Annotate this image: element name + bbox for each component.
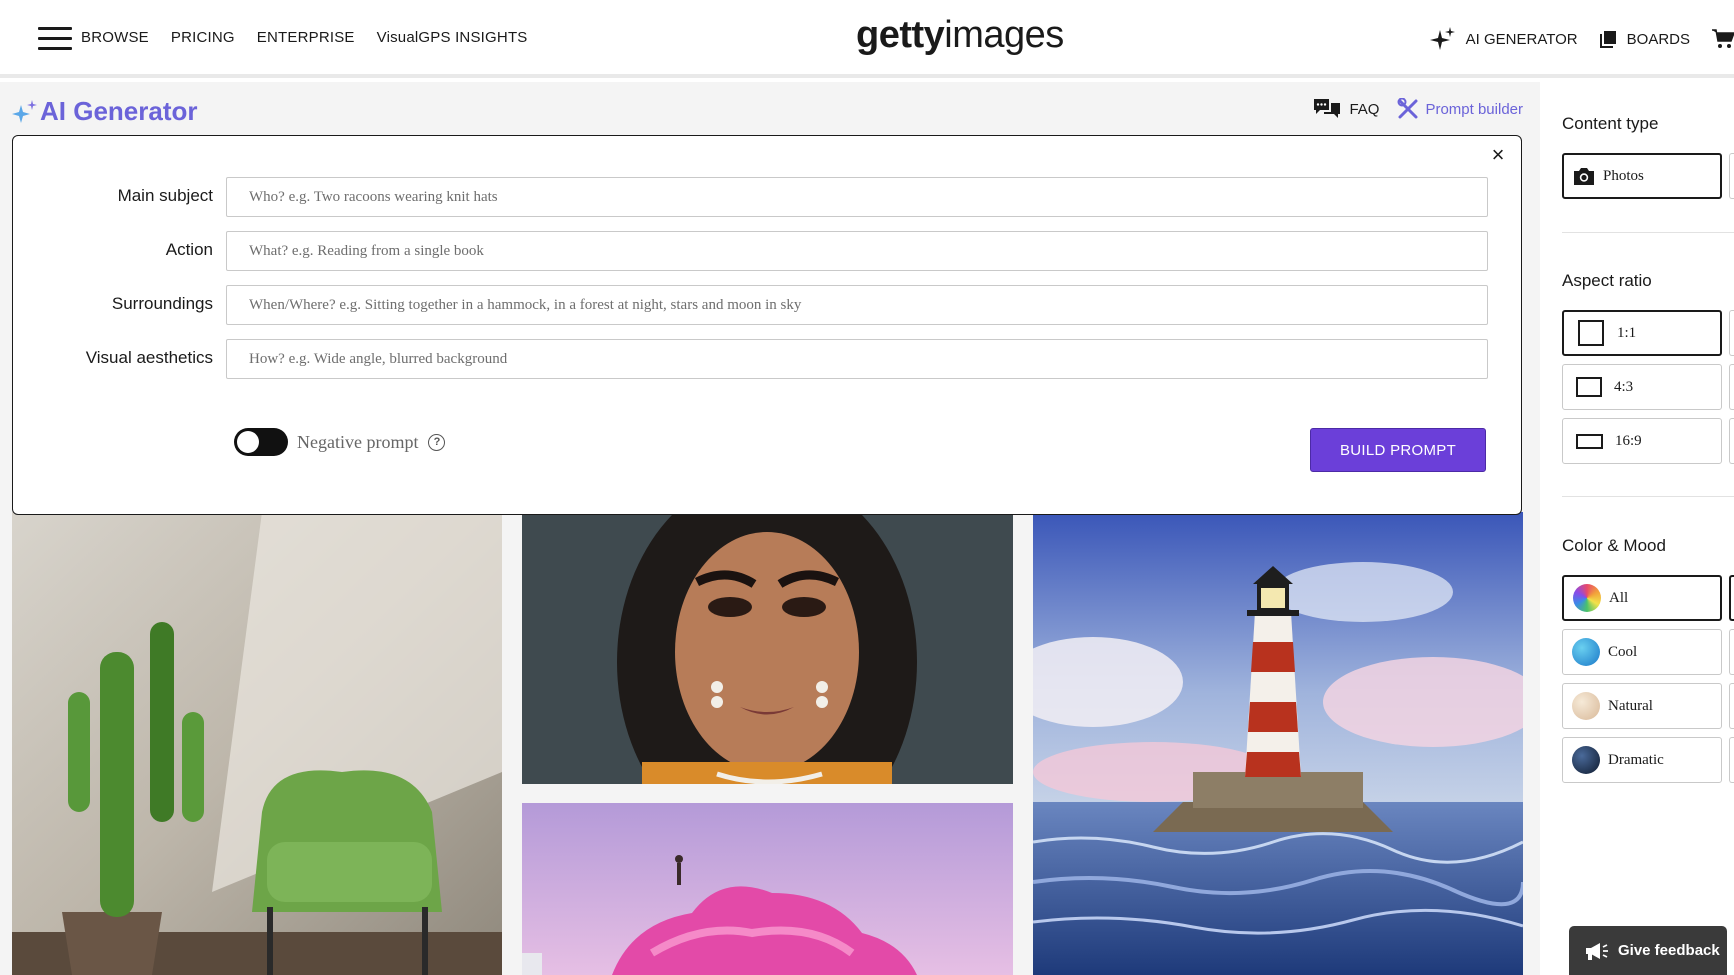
cart-button[interactable] [1712, 29, 1734, 49]
mood-natural-swatch [1572, 692, 1600, 720]
mood-all-label: All [1609, 589, 1629, 606]
gallery-image-portrait[interactable] [522, 512, 1013, 784]
mood-next-option-1[interactable] [1729, 575, 1734, 621]
ratio-1-1-label: 1:1 [1617, 324, 1637, 341]
close-icon[interactable]: × [1487, 144, 1509, 166]
mood-all-swatch [1573, 584, 1601, 612]
nav-browse[interactable]: BROWSE [81, 29, 149, 46]
mood-next-option-3[interactable] [1729, 683, 1734, 729]
aspect-ratio-title: Aspect ratio [1562, 271, 1652, 290]
aspect-ratio-next-option-1[interactable] [1729, 310, 1734, 356]
mood-dramatic-label: Dramatic [1608, 751, 1664, 768]
tools-icon [1397, 98, 1418, 119]
rect-16-9-icon [1576, 433, 1603, 449]
mood-next-option-4[interactable] [1729, 737, 1734, 783]
tool-row: FAQ Prompt builder [1313, 98, 1523, 120]
nav-visualgps-insights[interactable]: VisualGPS INSIGHTS [377, 29, 528, 46]
surroundings-input[interactable] [226, 285, 1488, 325]
sparkle-icon [1429, 27, 1455, 50]
ratio-4-3-label: 4:3 [1614, 378, 1634, 395]
logo-bold-text: getty [856, 14, 945, 56]
main-subject-row: Main subject [13, 177, 1523, 219]
negative-prompt-row: Negative prompt ? [234, 428, 446, 456]
negative-prompt-toggle[interactable] [234, 428, 288, 456]
lighthouse-illustration [1033, 512, 1523, 975]
chat-bubbles-icon [1314, 99, 1341, 118]
boards-label: BOARDS [1626, 30, 1690, 48]
mood-dramatic-swatch [1572, 746, 1600, 774]
cart-icon [1712, 29, 1734, 48]
surroundings-row: Surroundings [13, 285, 1523, 327]
nav-pricing[interactable]: PRICING [171, 29, 235, 46]
main-content: AI Generator FAQ Prompt builder × Main s… [0, 82, 1540, 975]
action-row: Action [13, 231, 1523, 273]
ai-generator-label: AI GENERATOR [1465, 30, 1578, 48]
page-title: AI Generator [12, 96, 198, 127]
logo-light-text: images [944, 14, 1064, 56]
prompt-builder-panel: × Main subject Action Surroundings Visua… [12, 135, 1522, 515]
mood-next-option-2[interactable] [1729, 629, 1734, 675]
prompt-builder-toggle[interactable]: Prompt builder [1397, 98, 1523, 120]
rect-4-3-icon [1576, 377, 1602, 397]
aspect-ratio-16-9[interactable]: 16:9 [1562, 418, 1722, 464]
mood-all[interactable]: All [1562, 575, 1722, 621]
prompt-builder-label: Prompt builder [1425, 100, 1523, 118]
mood-natural[interactable]: Natural [1562, 683, 1722, 729]
aspect-ratio-next-option-2[interactable] [1729, 364, 1734, 410]
visual-aesthetics-input[interactable] [226, 339, 1488, 379]
cactus-chair-illustration [12, 512, 502, 975]
sidebar-divider [1562, 232, 1734, 233]
aspect-ratio-next-option-3[interactable] [1729, 418, 1734, 464]
color-mood-title: Color & Mood [1562, 536, 1666, 555]
nav-right: AI GENERATOR BOARDS [1429, 26, 1734, 52]
filters-sidebar: Content type Photos Aspect ratio 1:1 4:3… [1540, 82, 1734, 975]
main-subject-label: Main subject [117, 186, 213, 205]
sidebar-divider [1562, 496, 1734, 497]
help-icon[interactable]: ? [428, 433, 446, 451]
ratio-16-9-label: 16:9 [1615, 432, 1642, 449]
give-feedback-button[interactable]: Give feedback [1569, 926, 1727, 975]
menu-icon[interactable] [38, 25, 72, 51]
toggle-knob [237, 431, 259, 453]
faq-label: FAQ [1349, 100, 1380, 118]
photos-label: Photos [1603, 167, 1644, 184]
visual-aesthetics-row: Visual aesthetics [13, 339, 1523, 381]
square-ratio-icon [1578, 320, 1604, 346]
sparkle-icon [12, 99, 37, 123]
content-type-photos[interactable]: Photos [1562, 153, 1722, 199]
give-feedback-label: Give feedback [1618, 942, 1720, 959]
surroundings-label: Surroundings [111, 294, 213, 313]
mood-natural-label: Natural [1608, 697, 1653, 714]
mood-dramatic[interactable]: Dramatic [1562, 737, 1722, 783]
megaphone-icon [1586, 942, 1608, 960]
action-input[interactable] [226, 231, 1488, 271]
action-label: Action [165, 240, 213, 259]
nav-links: BROWSE PRICING ENTERPRISE VisualGPS INSI… [81, 29, 550, 46]
nav-ai-generator[interactable]: AI GENERATOR [1429, 26, 1578, 52]
gallery-image-lighthouse[interactable] [1033, 512, 1523, 975]
mood-cool-label: Cool [1608, 643, 1638, 660]
aspect-ratio-1-1[interactable]: 1:1 [1562, 310, 1722, 356]
main-subject-input[interactable] [226, 177, 1488, 217]
gallery-image-cactus-chair[interactable] [12, 512, 502, 975]
visual-aesthetics-label: Visual aesthetics [85, 348, 213, 367]
mood-cool[interactable]: Cool [1562, 629, 1722, 675]
nav-boards[interactable]: BOARDS [1599, 30, 1690, 48]
mood-cool-swatch [1572, 638, 1600, 666]
content-type-next-option[interactable] [1729, 153, 1734, 199]
negative-prompt-label: Negative prompt [297, 431, 419, 452]
top-navigation: BROWSE PRICING ENTERPRISE VisualGPS INSI… [0, 0, 1734, 78]
gettyimages-logo[interactable]: gettyimages [856, 14, 1064, 57]
boards-icon [1599, 31, 1616, 48]
faq-link[interactable]: FAQ [1313, 98, 1379, 120]
pink-landscape-illustration [522, 803, 1013, 975]
camera-icon [1574, 168, 1594, 185]
nav-enterprise[interactable]: ENTERPRISE [257, 29, 355, 46]
gallery-image-pink-landscape[interactable] [522, 803, 1013, 975]
page-title-text: AI Generator [40, 96, 198, 126]
aspect-ratio-4-3[interactable]: 4:3 [1562, 364, 1722, 410]
portrait-illustration [522, 512, 1013, 784]
build-prompt-button[interactable]: BUILD PROMPT [1310, 428, 1486, 472]
content-type-title: Content type [1562, 114, 1659, 133]
